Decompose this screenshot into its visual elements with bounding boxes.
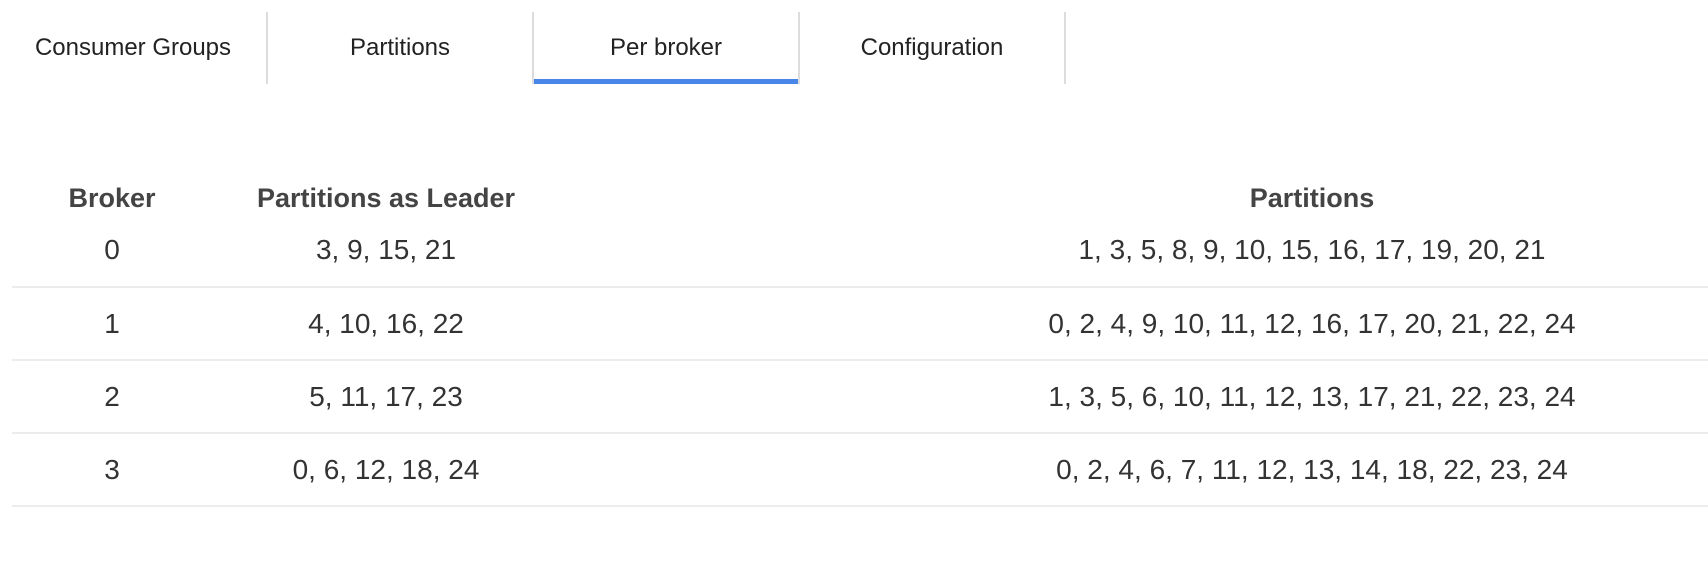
partitions-cell: 0, 2, 4, 6, 7, 11, 12, 13, 14, 18, 22, 2… — [1056, 453, 1568, 485]
tab-bar: Consumer Groups Partitions Per broker Co… — [0, 12, 1066, 84]
broker-id-cell: 0 — [104, 234, 120, 265]
broker-id-cell: 3 — [104, 453, 120, 485]
table-row: 3 0, 6, 12, 18, 24 0, 2, 4, 6, 7, 11, 12… — [12, 434, 1708, 507]
column-header-broker: Broker — [68, 182, 156, 213]
tab-per-broker[interactable]: Per broker — [534, 12, 798, 84]
tab-label: Per broker — [609, 34, 723, 61]
tab-label: Consumer Groups — [34, 34, 232, 61]
tab-label: Partitions — [349, 34, 451, 61]
leader-partitions-cell: 0, 6, 12, 18, 24 — [292, 453, 480, 485]
broker-table: Broker Partitions as Leader Partitions 0… — [12, 168, 1708, 507]
broker-id-cell: 1 — [104, 307, 120, 339]
table-row: 2 5, 11, 17, 23 1, 3, 5, 6, 10, 11, 12, … — [12, 361, 1708, 434]
tab-consumer-groups[interactable]: Consumer Groups — [0, 12, 266, 84]
broker-id-cell: 2 — [104, 380, 120, 412]
partitions-cell: 1, 3, 5, 6, 10, 11, 12, 13, 17, 21, 22, … — [1048, 380, 1576, 412]
partitions-cell: 0, 2, 4, 9, 10, 11, 12, 16, 17, 20, 21, … — [1048, 307, 1576, 339]
leader-partitions-cell: 4, 10, 16, 22 — [308, 307, 464, 339]
partitions-cell: 1, 3, 5, 8, 9, 10, 15, 16, 17, 19, 20, 2… — [1078, 234, 1546, 265]
leader-partitions-cell: 5, 11, 17, 23 — [309, 380, 463, 412]
column-header-partitions-as-leader: Partitions as Leader — [256, 182, 516, 213]
table-header-row: Broker Partitions as Leader Partitions — [12, 168, 1708, 228]
tab-label: Configuration — [860, 34, 1004, 61]
leader-partitions-cell: 3, 9, 15, 21 — [315, 234, 457, 265]
tab-partitions[interactable]: Partitions — [268, 12, 532, 84]
column-header-partitions: Partitions — [1249, 182, 1375, 213]
table-row: 1 4, 10, 16, 22 0, 2, 4, 9, 10, 11, 12, … — [12, 288, 1708, 361]
tab-configuration[interactable]: Configuration — [800, 12, 1064, 84]
tab-divider — [1064, 12, 1066, 84]
table-row: 0 3, 9, 15, 21 1, 3, 5, 8, 9, 10, 15, 16… — [12, 228, 1708, 288]
